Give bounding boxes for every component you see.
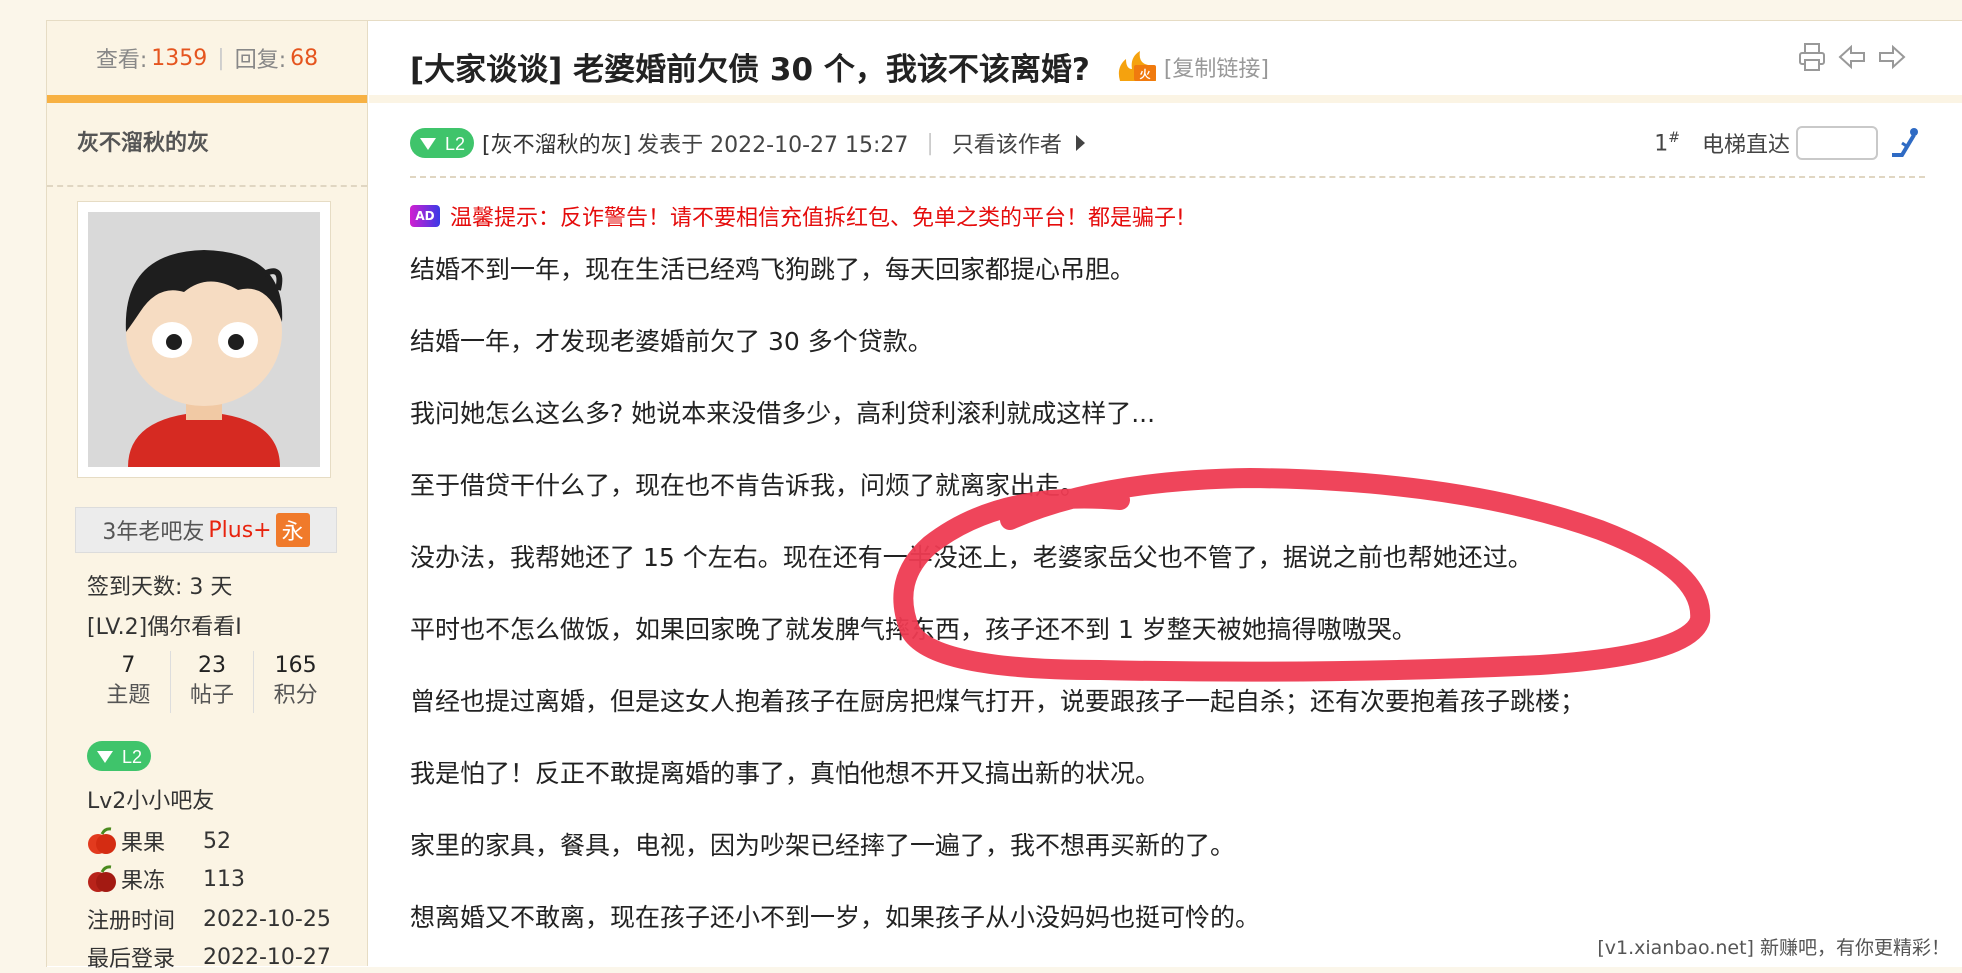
post-paragraph: 没办法，我帮她还了 15 个左右。现在还有一半没还上，老婆家岳父也不管了，据说之… — [410, 543, 1533, 572]
title-divider — [369, 95, 1962, 103]
post-info-bar: L2 [灰不溜秋的灰] 发表于 2022-10-27 15:27 | 只看该作者… — [410, 122, 1920, 164]
guoguo-label: 果果 — [121, 831, 166, 856]
post-paragraph: 曾经也提过离婚，但是这女人抱着孩子在厨房把煤气打开，说要跟孩子一起自杀；还有次要… — [410, 687, 1586, 716]
post-paragraph: 至于借贷干什么了，现在也不肯告诉我，问烦了就离家出走。 — [410, 471, 1086, 500]
post-info-divider — [410, 176, 1925, 178]
count-label: 积分 — [273, 683, 318, 708]
thread-stats: 查看: 1359 | 回复: 68 — [47, 21, 367, 95]
elevator-label: 电梯直达 — [1701, 133, 1790, 158]
post-paragraph: 家里的家具，餐具，电视，因为吵架已经摔了一遍了，我不想再买新的了。 — [410, 831, 1236, 860]
copy-link-button[interactable]: [复制链接] — [1164, 51, 1269, 83]
replies-label: 回复: — [234, 48, 287, 73]
triangle-right-icon — [1075, 135, 1085, 151]
anti-fraud-warning: AD 温馨提示：反诈警告！请不要相信充值拆红包、免单之类的平台！都是骗子! — [410, 200, 1185, 232]
member-plus: Plus+ — [208, 517, 272, 543]
guoguo-value: 52 — [203, 828, 231, 854]
author-name[interactable]: 灰不溜秋的灰 — [47, 103, 367, 187]
next-thread-icon[interactable] — [1878, 42, 1906, 72]
apple-icon — [88, 865, 116, 892]
register-time-label: 注册时间 — [87, 909, 176, 934]
avatar[interactable] — [77, 201, 331, 478]
member-title: 3年老吧友 — [102, 520, 205, 545]
member-badge: 3年老吧友 Plus+ 永 — [75, 507, 337, 553]
stats-divider: | — [217, 45, 225, 71]
floor-jump-input[interactable] — [1796, 126, 1878, 160]
count-value: 165 — [274, 653, 317, 678]
apple-icon — [88, 827, 116, 854]
elevator-icon[interactable] — [1888, 127, 1920, 159]
author-sidebar: 查看: 1359 | 回复: 68 灰不溜秋的灰 3年老吧友 Plus+ 永 签… — [46, 20, 368, 972]
permanent-badge: 永 — [275, 513, 310, 547]
user-counts: 7 主题 23 帖子 165 积分 — [87, 651, 337, 713]
prev-thread-icon[interactable] — [1838, 42, 1866, 72]
level-title[interactable]: [LV.2]偶尔看看I — [87, 609, 242, 641]
views-count: 1359 — [151, 45, 208, 71]
level-badge-icon: L2 — [410, 128, 474, 158]
ad-icon: AD — [410, 205, 440, 227]
last-login-row: 最后登录 2022-10-27 — [87, 941, 331, 973]
guoguo-row: 果果 52 — [87, 825, 231, 857]
guodong-label: 果冻 — [121, 869, 166, 894]
warning-text: 温馨提示：反诈警告！请不要相信充值拆红包、免单之类的平台！都是骗子! — [450, 206, 1185, 231]
count-label: 帖子 — [190, 683, 235, 708]
guodong-value: 113 — [203, 866, 245, 892]
replies-count: 68 — [290, 45, 319, 71]
thread-title-row: [大家谈谈] 老婆婚前欠债 30 个，我该不该离婚? 火 [复制链接] — [410, 44, 1269, 89]
post-time: 发表于 2022-10-27 15:27 — [637, 133, 909, 158]
site-watermark: [v1.xianbao.net] 新赚吧，有你更精彩！ — [1597, 937, 1950, 959]
post-paragraph: 我问她怎么这么多? 她说本来没借多少，高利贷利滚利就成这样了... — [410, 399, 1156, 428]
count-label: 主题 — [106, 683, 151, 708]
post-paragraph: 结婚不到一年，现在生活已经鸡飞狗跳了，每天回家都提心吊胆。 — [410, 255, 1136, 284]
group-name[interactable]: Lv2小小吧友 — [87, 783, 214, 815]
checkin-days: 签到天数: 3 天 — [87, 575, 233, 600]
guodong-row: 果冻 113 — [87, 863, 245, 895]
thread-tools — [1798, 42, 1906, 72]
print-icon[interactable] — [1798, 42, 1826, 72]
sidebar-accent-bar — [47, 95, 367, 103]
topics-count[interactable]: 7 主题 — [87, 651, 171, 713]
count-value: 23 — [198, 653, 226, 678]
points-count[interactable]: 165 积分 — [254, 651, 337, 713]
posts-count[interactable]: 23 帖子 — [171, 651, 255, 713]
floor-number: 1# — [1654, 130, 1680, 156]
post-paragraph: 结婚一年，才发现老婆婚前欠了 30 多个贷款。 — [410, 327, 933, 356]
register-time-value: 2022-10-25 — [203, 906, 331, 932]
svg-text:火: 火 — [1139, 68, 1151, 81]
views-label: 查看: — [95, 48, 148, 73]
thread-title: [大家谈谈] 老婆婚前欠债 30 个，我该不该离婚? — [410, 52, 1090, 88]
hot-icon: 火 — [1116, 50, 1160, 83]
only-author-link[interactable]: 只看该作者 — [952, 127, 1062, 159]
post-author-link[interactable]: [灰不溜秋的灰] — [482, 127, 631, 159]
floor-mark: # — [1668, 129, 1680, 146]
count-value: 7 — [121, 653, 136, 678]
floor-controls: 1# 电梯直达 — [1654, 126, 1920, 160]
post-paragraph: 想离婚又不敢离，现在孩子还小不到一岁，如果孩子从小没妈妈也挺可怜的。 — [410, 903, 1261, 932]
post-paragraph: 平时也不怎么做饭，如果回家晚了就发脾气摔东西，孩子还不到 1 岁整天被她搞得嗷嗷… — [410, 615, 1417, 644]
register-time-row: 注册时间 2022-10-25 — [87, 903, 331, 935]
last-login-label: 最后登录 — [87, 947, 176, 972]
avatar-image — [88, 212, 320, 467]
info-divider: | — [926, 130, 934, 156]
level-badge-text: L2 — [445, 134, 465, 154]
post-paragraph: 我是怕了！反正不敢提离婚的事了，真怕他想不开又搞出新的状况。 — [410, 759, 1161, 788]
floor-value: 1 — [1654, 131, 1669, 157]
level-badge-text: L2 — [122, 747, 142, 767]
level-badge-icon: L2 — [87, 741, 151, 771]
